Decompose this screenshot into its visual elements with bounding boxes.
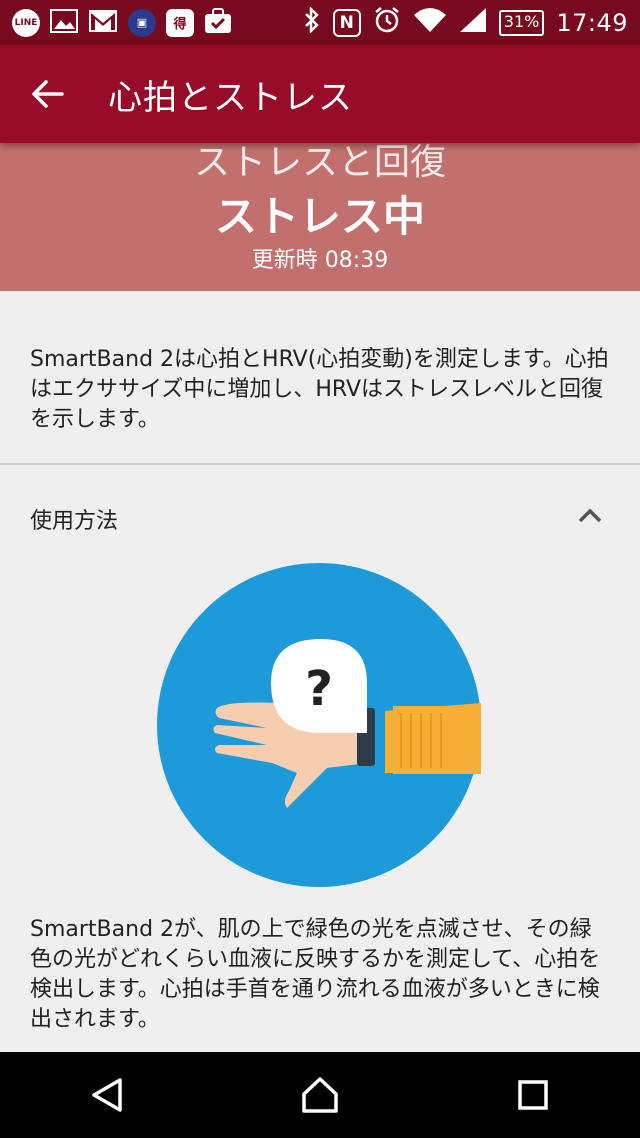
usage-description: SmartBand 2が、肌の上で緑色の光を点滅させ、その緑色の光がどれくらい血… [30,917,601,1032]
gmail-icon [88,9,118,37]
gallery-icon [50,8,78,37]
navigation-bar [0,1052,640,1138]
arrow-left-icon [32,80,64,108]
line-icon: LINE [12,8,40,37]
battery-indicator: 31% [498,9,545,36]
collapse-button[interactable] [568,498,612,534]
app-bar: 心拍とストレス [0,45,640,143]
nav-recents-button[interactable] [488,1052,578,1138]
bluetooth-icon [303,5,321,39]
nav-home-button[interactable] [275,1052,365,1138]
page-title: 心拍とストレス [108,77,353,118]
description-text: SmartBand 2は心拍とHRV(心拍変動)を測定します。心拍はエクササイズ… [30,347,609,432]
usage-heading: 使用方法 [30,509,119,534]
nav-home-icon [302,1077,338,1113]
stress-recovery-label: ストレスと回復 [193,142,446,183]
stress-status: ストレス中 [214,192,425,241]
wrist-band-illustration: ? [157,563,481,887]
toku-icon-label: 得 [173,17,187,32]
alarm-icon [373,6,401,40]
nav-back-button[interactable] [62,1052,152,1138]
stress-status-panel: ストレスと回復 ストレス中 更新時 08:39 [0,143,640,291]
notification-icons: LINE ▣ 得 [12,7,232,38]
status-bar: LINE ▣ 得 N 31% 17:49 [0,0,640,45]
divider [0,463,640,465]
line-icon-label: LINE [14,17,38,28]
toku-icon: 得 [166,8,194,37]
wifi-icon [413,7,447,39]
nav-back-icon [91,1078,122,1112]
updated-time: 更新時 08:39 [251,248,389,273]
question-mark: ? [305,661,333,717]
app-icon: ▣ [128,8,156,37]
system-icons: N 31% 17:49 [303,5,628,40]
nav-recents-icon [518,1080,549,1110]
nfc-icon-label: N [339,12,354,33]
briefcase-icon [204,7,232,38]
back-button[interactable] [8,45,88,143]
nfc-icon: N [332,8,361,37]
signal-icon [459,7,487,39]
chevron-up-icon [578,508,602,523]
clock: 17:49 [556,8,628,37]
